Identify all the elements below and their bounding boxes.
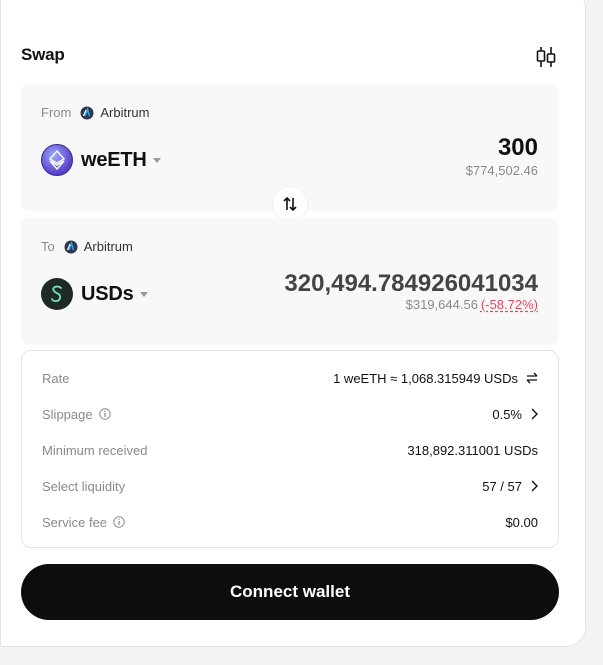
from-network-row: From Arbitrum <box>41 105 149 120</box>
rate-value-wrap[interactable]: 1 weETH ≈ 1,068.315949 USDs <box>333 371 538 386</box>
arbitrum-icon <box>80 106 94 119</box>
chevron-right-icon <box>531 480 538 492</box>
candlestick-chart-icon[interactable] <box>535 45 557 69</box>
price-impact[interactable]: (-58.72%) <box>481 297 538 312</box>
min-received-label: Minimum received <box>42 442 148 458</box>
info-icon[interactable] <box>98 408 111 420</box>
swap-details: Rate 1 weETH ≈ 1,068.315949 USDs Slippag… <box>21 350 559 548</box>
to-network-row: To Arbitrum <box>41 239 133 254</box>
service-fee-value: $0.00 <box>505 514 538 530</box>
min-received-value: 318,892.311001 USDs <box>407 442 538 458</box>
slippage-label-wrap: Slippage <box>42 407 111 422</box>
service-fee-row: Service fee $0.00 <box>42 512 538 532</box>
info-icon[interactable] <box>113 516 125 528</box>
connect-wallet-button[interactable]: Connect wallet <box>21 564 559 620</box>
swap-direction-icon <box>283 196 297 212</box>
from-usd-value: $774,502.46 <box>466 163 538 178</box>
liquidity-value: 57 / 57 <box>482 478 522 494</box>
to-usd-value: $319,644.56 (-58.72%) <box>406 297 538 312</box>
to-panel: To Arbitrum USDs $319,644.56(-58.72%) <box>21 218 558 345</box>
slippage-value-wrap[interactable]: 0.5% <box>492 407 538 422</box>
to-usd-amount: $319,644.56 <box>405 297 478 312</box>
rate-value: 1 weETH ≈ 1,068.315949 USDs <box>333 370 518 386</box>
chevron-right-icon <box>531 408 538 420</box>
to-network-name: Arbitrum <box>83 239 133 254</box>
from-usd-amount: $774,502.46 <box>465 163 538 178</box>
rate-row: Rate 1 weETH ≈ 1,068.315949 USDs <box>42 368 538 388</box>
from-amount-input[interactable] <box>118 134 538 162</box>
to-label: To <box>41 239 55 254</box>
liquidity-label: Select liquidity <box>42 478 126 494</box>
slippage-label: Slippage <box>42 406 93 422</box>
from-network-name: Arbitrum <box>100 105 150 120</box>
to-amount-output <box>118 270 538 298</box>
min-received-row: Minimum received 318,892.311001 USDs <box>42 440 538 460</box>
from-label: From <box>41 105 72 120</box>
usds-token-icon <box>41 278 73 310</box>
service-fee-label-wrap: Service fee <box>42 515 125 530</box>
invert-rate-icon <box>526 372 538 384</box>
page-title: Swap <box>21 45 65 64</box>
liquidity-value-wrap[interactable]: 57 / 57 <box>482 479 538 494</box>
liquidity-row[interactable]: Select liquidity 57 / 57 <box>42 476 538 496</box>
service-fee-label: Service fee <box>42 514 108 530</box>
weeth-token-icon <box>41 144 73 176</box>
slippage-value: 0.5% <box>492 406 522 422</box>
rate-label: Rate <box>42 370 70 386</box>
swap-direction-button[interactable] <box>272 186 308 222</box>
slippage-row[interactable]: Slippage 0.5% <box>42 404 538 424</box>
arbitrum-icon <box>64 240 78 253</box>
